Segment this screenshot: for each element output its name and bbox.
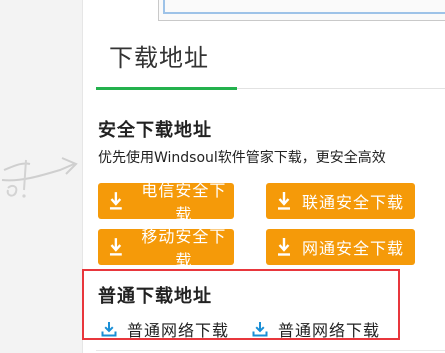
download-icon [109, 192, 122, 210]
download-icon [278, 192, 290, 210]
download-icon [252, 322, 268, 337]
safe-download-title: 安全下载地址 [98, 120, 212, 141]
button-label: 电信安全下载 [141, 181, 227, 224]
download-icon [101, 322, 117, 337]
button-label: 联通安全下载 [302, 193, 405, 212]
mobile-safe-download-button[interactable]: 移动安全下载 [98, 227, 234, 270]
netcom-safe-download-button[interactable]: 网通安全下载 [266, 229, 415, 265]
unicom-safe-download-button[interactable]: 联通安全下载 [266, 183, 415, 219]
link-label: 普通网络下载 [127, 321, 230, 340]
normal-download-link[interactable]: 普通网络下载 [101, 317, 229, 341]
download-icon [278, 238, 290, 256]
tab-divider-line [237, 88, 445, 89]
button-label: 移动安全下载 [141, 227, 227, 270]
link-label: 普通网络下载 [278, 321, 381, 340]
top-panel-fragment [158, 0, 445, 21]
tab-download-address[interactable]: 下载地址 [109, 38, 209, 73]
bottom-divider-line [96, 350, 445, 351]
telecom-safe-download-button[interactable]: 电信安全下载 [98, 181, 234, 224]
button-label: 网通安全下载 [302, 239, 405, 258]
decorative-scribble [1, 157, 78, 198]
normal-download-title: 普通下载地址 [98, 286, 212, 307]
safe-download-description: 优先使用Windsoul软件管家下载，更安全高效 [98, 150, 386, 166]
left-sidebar-background [0, 0, 82, 353]
normal-download-link[interactable]: 普通网络下载 [252, 317, 380, 341]
download-icon [109, 238, 122, 256]
tab-active-indicator [96, 87, 237, 90]
top-panel-inner [163, 0, 445, 14]
